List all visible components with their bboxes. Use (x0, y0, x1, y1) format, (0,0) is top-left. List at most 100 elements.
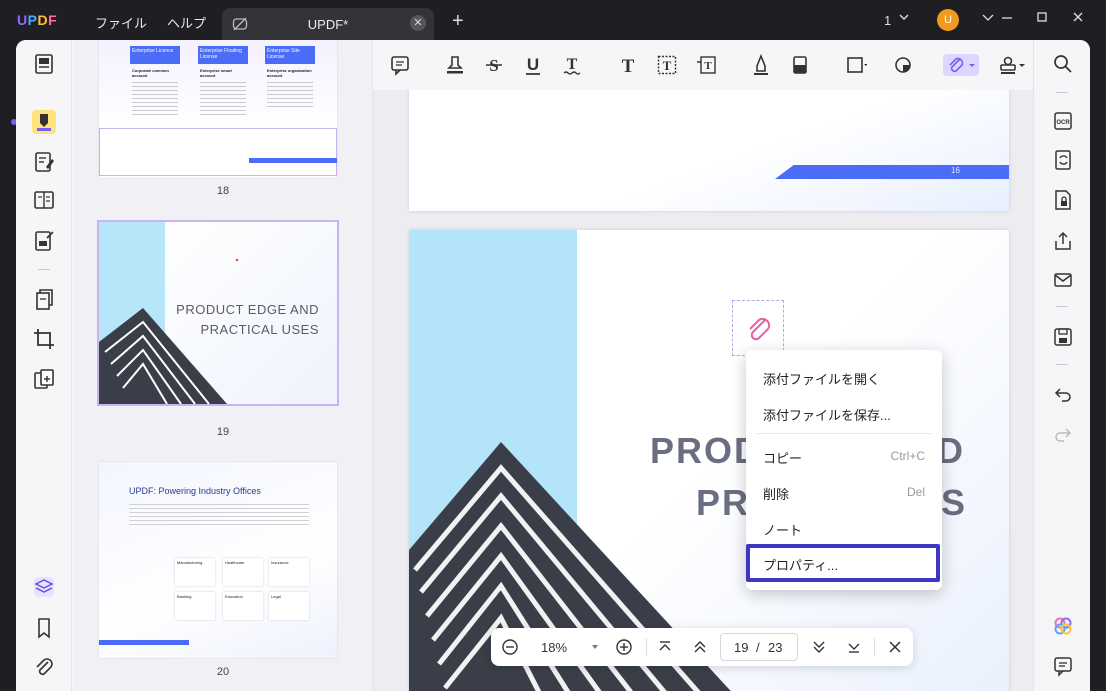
right-toolbar: OCR (1033, 40, 1090, 691)
menu-copy[interactable]: コピー Ctrl+C (746, 437, 942, 473)
user-avatar[interactable]: U (937, 9, 959, 31)
paperclip-icon (749, 317, 771, 341)
maximize-icon[interactable] (1032, 10, 1052, 27)
undo-icon[interactable] (1052, 383, 1074, 405)
menu-properties[interactable]: プロパティ... (746, 544, 940, 582)
pencil-icon[interactable] (750, 54, 772, 76)
sticky-note-icon[interactable] (389, 54, 411, 76)
text-box-icon[interactable]: T (656, 54, 678, 76)
organize-pages-icon[interactable] (32, 188, 56, 212)
annotation-toolbar: S U T T T T (373, 40, 1033, 90)
text-callout-icon[interactable]: T (695, 54, 717, 76)
convert-icon[interactable] (1052, 149, 1074, 171)
thumbnail-label-20: 20 (216, 666, 230, 678)
thumbnail-20-title: UPDF: Powering Industry Offices (129, 486, 261, 496)
underline-icon[interactable]: U (522, 54, 544, 76)
thumbnail-18-content: Enterprise Licence Enterprise Floating L… (99, 40, 337, 128)
page-16-number: 16 (951, 166, 960, 175)
search-icon[interactable] (1052, 53, 1074, 75)
previous-page-icon[interactable] (690, 637, 710, 657)
strikethrough-icon[interactable]: S (483, 54, 505, 76)
document-tab[interactable]: UPDF* ✕ (222, 8, 434, 42)
menu-file[interactable]: ファイル (95, 13, 147, 32)
license-tag-1: Enterprise Licence (130, 46, 180, 64)
layers-icon[interactable] (32, 575, 56, 599)
protect-icon[interactable] (1052, 189, 1074, 211)
thumbnail-19-title-2: PRACTICAL USES (200, 322, 319, 337)
thumbnail-page-19[interactable]: PRODUCT EDGE AND PRACTICAL USES (99, 222, 337, 404)
zoom-navigation-bar: 18% 19 / 23 (491, 628, 913, 666)
thumbnail-page-18[interactable]: Enterprise Licence Enterprise Floating L… (99, 40, 337, 178)
menu-note[interactable]: ノート (746, 509, 942, 545)
license-tag-2: Enterprise Floating License (198, 46, 248, 64)
updf-logo[interactable]: UPDF (17, 12, 57, 28)
highlight-icon[interactable] (444, 54, 466, 76)
license-tag-3: Enterprise Site License (265, 46, 315, 64)
thumbnail-page-20[interactable]: UPDF: Powering Industry Offices Manufact… (99, 462, 337, 658)
eraser-icon[interactable] (789, 54, 811, 76)
menu-open-attachment[interactable]: 添付ファイルを開く (746, 358, 942, 394)
title-bar: UPDF ファイル ヘルプ UPDF* ✕ + 1 U (0, 0, 1106, 42)
bookmark-icon[interactable] (32, 616, 56, 640)
svg-text:U: U (527, 55, 539, 74)
minimize-icon[interactable] (997, 10, 1017, 27)
attachment-annotation[interactable] (732, 300, 784, 356)
thumbnail-18-selection-box (99, 128, 337, 176)
thumbnail-panel: Enterprise Licence Enterprise Floating L… (73, 40, 373, 691)
zoom-out-icon[interactable] (500, 637, 520, 657)
comments-icon[interactable] (1052, 655, 1074, 677)
zoom-divider (874, 638, 875, 656)
thumbnail-19-title-1: PRODUCT EDGE AND (176, 302, 319, 317)
menu-help[interactable]: ヘルプ (167, 13, 206, 32)
zoom-dropdown-icon[interactable] (590, 642, 600, 652)
next-page-icon[interactable] (809, 637, 829, 657)
ocr-icon[interactable]: OCR (1052, 110, 1074, 132)
ai-assistant-icon[interactable] (1052, 615, 1074, 637)
close-zoombar-icon[interactable] (885, 637, 905, 657)
compress-icon[interactable] (32, 367, 56, 391)
text-icon[interactable]: T (617, 54, 639, 76)
svg-text:T: T (567, 56, 578, 73)
ocr-pages-icon[interactable] (32, 288, 56, 312)
email-icon[interactable] (1052, 269, 1074, 291)
page-input-box[interactable]: 19 / 23 (720, 633, 798, 661)
comment-highlighter-icon[interactable] (32, 110, 56, 134)
svg-text:OCR: OCR (1056, 120, 1070, 126)
svg-text:T: T (704, 60, 712, 72)
edit-pdf-icon[interactable] (32, 150, 56, 174)
squiggly-underline-icon[interactable]: T (561, 54, 583, 76)
thumbnail-label-19: 19 (216, 426, 230, 438)
attachment-panel-icon[interactable] (32, 655, 56, 679)
window-count[interactable]: 1 (884, 13, 891, 28)
left-toolbar (16, 40, 72, 691)
shape-icon[interactable] (845, 54, 867, 76)
redo-icon[interactable] (1052, 423, 1074, 445)
toolbar-divider (1056, 92, 1068, 93)
reader-icon[interactable] (32, 52, 56, 76)
menu-save-attachment[interactable]: 添付ファイルを保存... (746, 394, 942, 430)
new-tab-button[interactable]: + (452, 10, 464, 33)
stamp-icon[interactable] (997, 54, 1027, 76)
menu-delete[interactable]: 削除 Del (746, 473, 942, 509)
last-page-icon[interactable] (844, 637, 864, 657)
current-page-input[interactable]: 19 (734, 640, 748, 655)
more-menu-icon[interactable] (978, 10, 998, 27)
page-19-heading-2-tail: S (941, 482, 966, 523)
crop-icon[interactable] (32, 327, 56, 351)
save-icon[interactable] (1052, 326, 1074, 348)
share-icon[interactable] (1052, 230, 1074, 252)
stamp-sticker-icon[interactable] (893, 54, 915, 76)
chevron-down-icon[interactable] (898, 11, 910, 26)
svg-text:T: T (622, 56, 635, 76)
paperclip-icon (949, 57, 975, 73)
thumbnail-label-18: 18 (216, 185, 230, 197)
attachment-tool-button[interactable] (943, 54, 979, 76)
first-page-icon[interactable] (655, 637, 675, 657)
close-window-icon[interactable] (1068, 10, 1088, 27)
zoom-in-icon[interactable] (614, 637, 634, 657)
attachment-context-menu: 添付ファイルを開く 添付ファイルを保存... コピー Ctrl+C 削除 Del… (746, 350, 942, 590)
form-fill-icon[interactable] (32, 229, 56, 253)
zoom-level[interactable]: 18% (541, 640, 567, 655)
page-16: 16 (409, 90, 1009, 211)
tab-close-button[interactable]: ✕ (410, 15, 426, 31)
